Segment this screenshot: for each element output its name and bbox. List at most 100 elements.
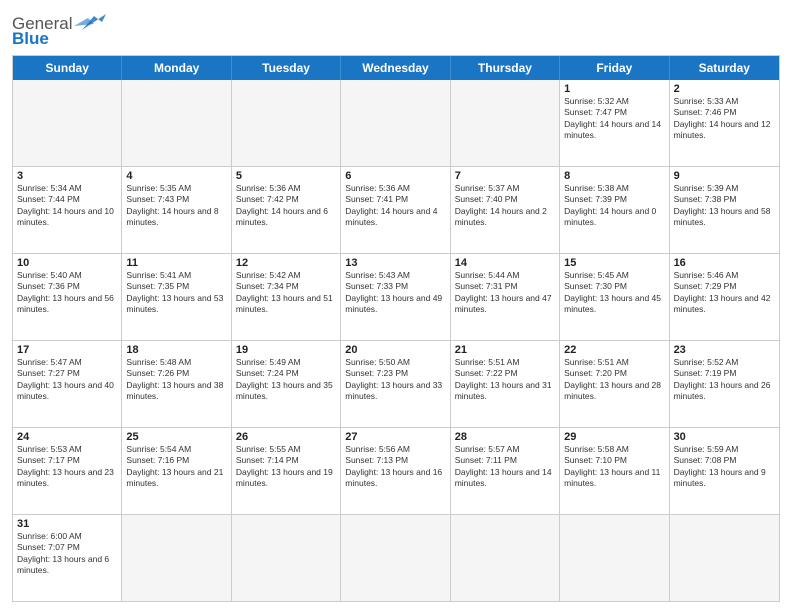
day-number: 30 — [674, 431, 775, 443]
day-cell-17: 17Sunrise: 5:47 AM Sunset: 7:27 PM Dayli… — [13, 341, 122, 427]
day-cell-8: 8Sunrise: 5:38 AM Sunset: 7:39 PM Daylig… — [560, 167, 669, 253]
day-cell-19: 19Sunrise: 5:49 AM Sunset: 7:24 PM Dayli… — [232, 341, 341, 427]
day-number: 3 — [17, 170, 117, 182]
day-number: 18 — [126, 344, 226, 356]
empty-cell — [232, 80, 341, 166]
day-cell-15: 15Sunrise: 5:45 AM Sunset: 7:30 PM Dayli… — [560, 254, 669, 340]
day-number: 22 — [564, 344, 664, 356]
day-info: Sunrise: 5:40 AM Sunset: 7:36 PM Dayligh… — [17, 270, 117, 316]
day-cell-6: 6Sunrise: 5:36 AM Sunset: 7:41 PM Daylig… — [341, 167, 450, 253]
calendar-row-5: 24Sunrise: 5:53 AM Sunset: 7:17 PM Dayli… — [13, 427, 779, 514]
day-number: 24 — [17, 431, 117, 443]
day-number: 12 — [236, 257, 336, 269]
empty-cell — [232, 515, 341, 601]
day-number: 31 — [17, 518, 117, 530]
empty-cell — [341, 80, 450, 166]
day-number: 11 — [126, 257, 226, 269]
day-cell-28: 28Sunrise: 5:57 AM Sunset: 7:11 PM Dayli… — [451, 428, 560, 514]
day-number: 17 — [17, 344, 117, 356]
day-info: Sunrise: 5:57 AM Sunset: 7:11 PM Dayligh… — [455, 444, 555, 490]
day-cell-14: 14Sunrise: 5:44 AM Sunset: 7:31 PM Dayli… — [451, 254, 560, 340]
day-info: Sunrise: 5:51 AM Sunset: 7:20 PM Dayligh… — [564, 357, 664, 403]
day-number: 26 — [236, 431, 336, 443]
day-cell-30: 30Sunrise: 5:59 AM Sunset: 7:08 PM Dayli… — [670, 428, 779, 514]
day-info: Sunrise: 5:56 AM Sunset: 7:13 PM Dayligh… — [345, 444, 445, 490]
day-cell-21: 21Sunrise: 5:51 AM Sunset: 7:22 PM Dayli… — [451, 341, 560, 427]
day-number: 5 — [236, 170, 336, 182]
calendar-header: SundayMondayTuesdayWednesdayThursdayFrid… — [13, 56, 779, 80]
calendar-row-1: 1Sunrise: 5:32 AM Sunset: 7:47 PM Daylig… — [13, 80, 779, 166]
day-number: 7 — [455, 170, 555, 182]
day-number: 28 — [455, 431, 555, 443]
day-number: 9 — [674, 170, 775, 182]
empty-cell — [13, 80, 122, 166]
day-info: Sunrise: 5:54 AM Sunset: 7:16 PM Dayligh… — [126, 444, 226, 490]
day-info: Sunrise: 5:42 AM Sunset: 7:34 PM Dayligh… — [236, 270, 336, 316]
day-info: Sunrise: 5:48 AM Sunset: 7:26 PM Dayligh… — [126, 357, 226, 403]
header: General Blue — [12, 10, 780, 49]
day-cell-16: 16Sunrise: 5:46 AM Sunset: 7:29 PM Dayli… — [670, 254, 779, 340]
empty-cell — [451, 515, 560, 601]
day-number: 25 — [126, 431, 226, 443]
calendar-row-6: 31Sunrise: 6:00 AM Sunset: 7:07 PM Dayli… — [13, 514, 779, 601]
day-cell-5: 5Sunrise: 5:36 AM Sunset: 7:42 PM Daylig… — [232, 167, 341, 253]
logo-blue-text: Blue — [12, 29, 49, 49]
day-cell-22: 22Sunrise: 5:51 AM Sunset: 7:20 PM Dayli… — [560, 341, 669, 427]
weekday-header-saturday: Saturday — [670, 56, 779, 80]
day-cell-24: 24Sunrise: 5:53 AM Sunset: 7:17 PM Dayli… — [13, 428, 122, 514]
calendar-row-2: 3Sunrise: 5:34 AM Sunset: 7:44 PM Daylig… — [13, 166, 779, 253]
day-cell-12: 12Sunrise: 5:42 AM Sunset: 7:34 PM Dayli… — [232, 254, 341, 340]
day-number: 15 — [564, 257, 664, 269]
weekday-header-tuesday: Tuesday — [232, 56, 341, 80]
day-info: Sunrise: 5:55 AM Sunset: 7:14 PM Dayligh… — [236, 444, 336, 490]
day-info: Sunrise: 5:50 AM Sunset: 7:23 PM Dayligh… — [345, 357, 445, 403]
day-info: Sunrise: 5:59 AM Sunset: 7:08 PM Dayligh… — [674, 444, 775, 490]
day-number: 6 — [345, 170, 445, 182]
day-cell-20: 20Sunrise: 5:50 AM Sunset: 7:23 PM Dayli… — [341, 341, 450, 427]
day-info: Sunrise: 5:45 AM Sunset: 7:30 PM Dayligh… — [564, 270, 664, 316]
day-info: Sunrise: 5:34 AM Sunset: 7:44 PM Dayligh… — [17, 183, 117, 229]
day-info: Sunrise: 5:53 AM Sunset: 7:17 PM Dayligh… — [17, 444, 117, 490]
empty-cell — [122, 515, 231, 601]
calendar-body: 1Sunrise: 5:32 AM Sunset: 7:47 PM Daylig… — [13, 80, 779, 601]
day-cell-31: 31Sunrise: 6:00 AM Sunset: 7:07 PM Dayli… — [13, 515, 122, 601]
day-cell-18: 18Sunrise: 5:48 AM Sunset: 7:26 PM Dayli… — [122, 341, 231, 427]
day-cell-9: 9Sunrise: 5:39 AM Sunset: 7:38 PM Daylig… — [670, 167, 779, 253]
day-info: Sunrise: 5:35 AM Sunset: 7:43 PM Dayligh… — [126, 183, 226, 229]
day-info: Sunrise: 5:38 AM Sunset: 7:39 PM Dayligh… — [564, 183, 664, 229]
day-info: Sunrise: 5:32 AM Sunset: 7:47 PM Dayligh… — [564, 96, 664, 142]
day-number: 10 — [17, 257, 117, 269]
empty-cell — [451, 80, 560, 166]
day-cell-27: 27Sunrise: 5:56 AM Sunset: 7:13 PM Dayli… — [341, 428, 450, 514]
day-number: 19 — [236, 344, 336, 356]
day-info: Sunrise: 5:46 AM Sunset: 7:29 PM Dayligh… — [674, 270, 775, 316]
day-number: 4 — [126, 170, 226, 182]
day-number: 21 — [455, 344, 555, 356]
day-number: 8 — [564, 170, 664, 182]
day-cell-26: 26Sunrise: 5:55 AM Sunset: 7:14 PM Dayli… — [232, 428, 341, 514]
day-cell-3: 3Sunrise: 5:34 AM Sunset: 7:44 PM Daylig… — [13, 167, 122, 253]
day-info: Sunrise: 5:52 AM Sunset: 7:19 PM Dayligh… — [674, 357, 775, 403]
calendar-row-3: 10Sunrise: 5:40 AM Sunset: 7:36 PM Dayli… — [13, 253, 779, 340]
day-cell-23: 23Sunrise: 5:52 AM Sunset: 7:19 PM Dayli… — [670, 341, 779, 427]
day-number: 29 — [564, 431, 664, 443]
day-info: Sunrise: 6:00 AM Sunset: 7:07 PM Dayligh… — [17, 531, 117, 577]
day-info: Sunrise: 5:36 AM Sunset: 7:41 PM Dayligh… — [345, 183, 445, 229]
weekday-header-wednesday: Wednesday — [341, 56, 450, 80]
weekday-header-sunday: Sunday — [13, 56, 122, 80]
day-cell-2: 2Sunrise: 5:33 AM Sunset: 7:46 PM Daylig… — [670, 80, 779, 166]
day-cell-10: 10Sunrise: 5:40 AM Sunset: 7:36 PM Dayli… — [13, 254, 122, 340]
day-info: Sunrise: 5:37 AM Sunset: 7:40 PM Dayligh… — [455, 183, 555, 229]
logo-bird-icon — [74, 12, 106, 32]
page: General Blue SundayMondayTuesdayWednesda… — [0, 0, 792, 612]
day-info: Sunrise: 5:49 AM Sunset: 7:24 PM Dayligh… — [236, 357, 336, 403]
calendar-row-4: 17Sunrise: 5:47 AM Sunset: 7:27 PM Dayli… — [13, 340, 779, 427]
weekday-header-friday: Friday — [560, 56, 669, 80]
empty-cell — [670, 515, 779, 601]
day-number: 16 — [674, 257, 775, 269]
day-cell-29: 29Sunrise: 5:58 AM Sunset: 7:10 PM Dayli… — [560, 428, 669, 514]
weekday-header-thursday: Thursday — [451, 56, 560, 80]
day-info: Sunrise: 5:41 AM Sunset: 7:35 PM Dayligh… — [126, 270, 226, 316]
logo: General Blue — [12, 14, 106, 49]
day-number: 1 — [564, 83, 664, 95]
